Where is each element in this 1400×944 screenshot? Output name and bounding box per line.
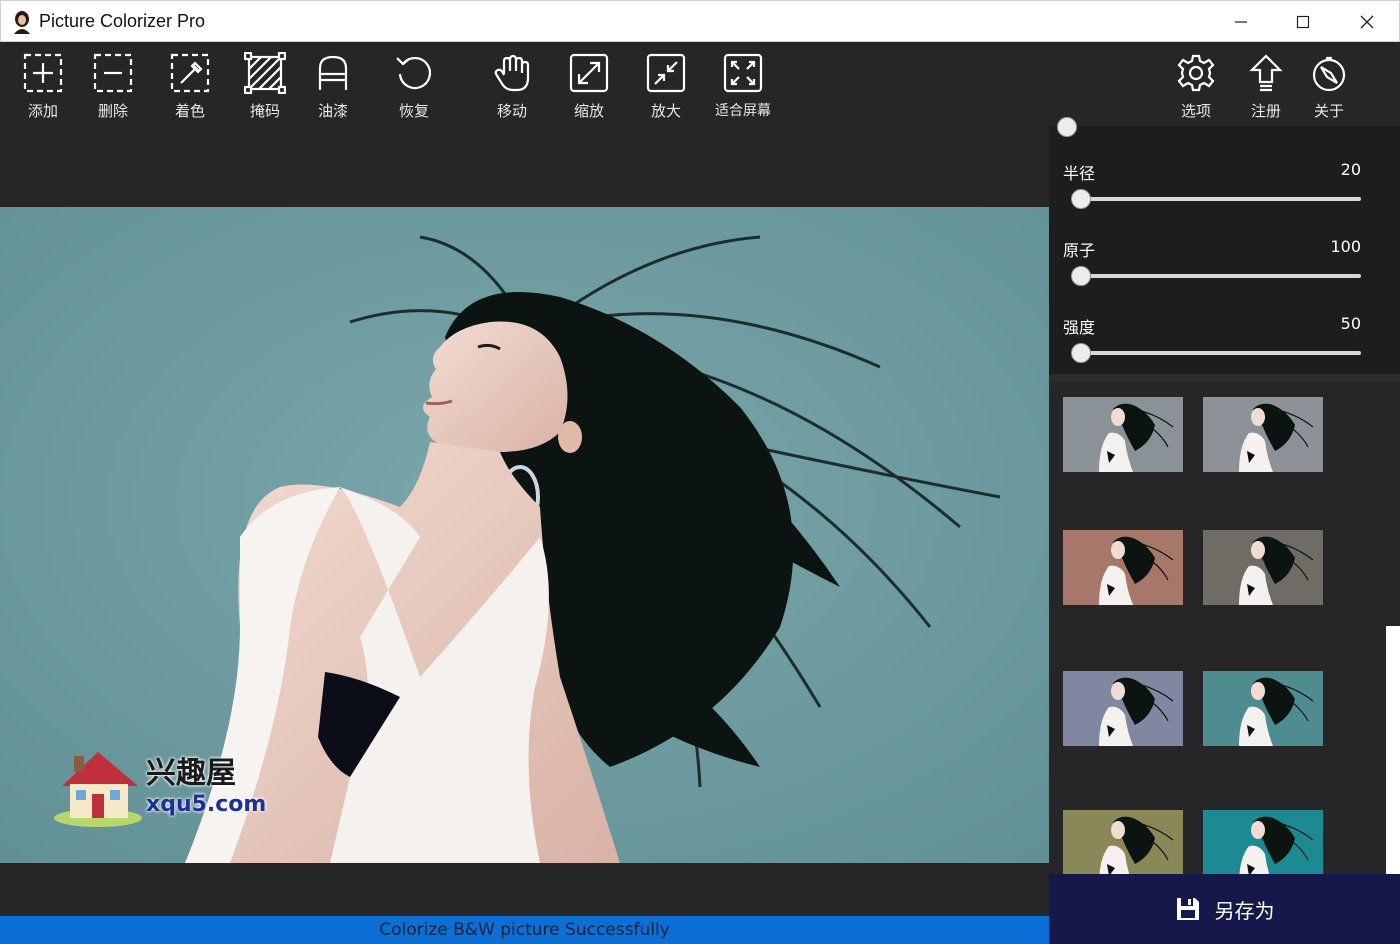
delete-label: 删除 — [97, 102, 128, 120]
atom-thumb[interactable] — [1071, 266, 1091, 286]
options-label: 选项 — [1180, 102, 1211, 120]
filter-thumbnail[interactable] — [1203, 810, 1323, 874]
about-button[interactable]: 关于 — [1296, 52, 1362, 124]
radius-value: 20 — [1340, 160, 1361, 179]
enlarge-label: 放大 — [650, 102, 681, 120]
move-button[interactable]: 移动 — [479, 52, 545, 124]
adjustment-panel: 半径 20 原子 100 强度 50 — [1049, 117, 1400, 374]
minimize-button[interactable] — [1209, 1, 1273, 43]
strength-slider: 强度 50 — [1063, 314, 1361, 364]
strength-track[interactable] — [1071, 351, 1361, 355]
filter-thumbnail[interactable] — [1203, 671, 1323, 746]
filter-thumbnail[interactable] — [1203, 397, 1323, 472]
register-button[interactable]: 注册 — [1233, 52, 1299, 124]
toolbar: 添加 删除 着色 掩码 油漆 恢复 移动 缩放 放大 适合屏幕 选项 注册 关于 — [0, 42, 1400, 126]
enlarge-button[interactable]: 放大 — [633, 52, 699, 124]
maximize-button[interactable] — [1271, 1, 1335, 43]
radius-thumb[interactable] — [1071, 189, 1091, 209]
thumbnails-scrollbar[interactable] — [1386, 626, 1400, 874]
compass-icon — [1312, 56, 1346, 92]
watermark: 兴趣屋 xqu5.com — [52, 742, 266, 830]
strength-value: 50 — [1340, 314, 1361, 333]
restore-button[interactable]: 恢复 — [381, 52, 447, 124]
register-label: 注册 — [1250, 102, 1281, 120]
atom-label: 原子 — [1063, 241, 1096, 260]
expand-icon — [569, 53, 609, 93]
thumbnail-image — [1099, 403, 1174, 472]
add-icon — [23, 53, 63, 93]
about-label: 关于 — [1313, 102, 1344, 120]
filter-thumbnail[interactable] — [1063, 397, 1183, 472]
eyedropper-icon — [170, 53, 210, 93]
filter-thumbnail[interactable] — [1063, 671, 1183, 746]
watermark-url: xqu5.com — [146, 792, 267, 817]
thumbnail-image — [1099, 536, 1174, 605]
close-icon — [1360, 15, 1374, 29]
thumbnail-image — [1099, 816, 1174, 874]
mask-icon — [244, 52, 286, 94]
filter-thumbnail[interactable] — [1063, 810, 1183, 874]
minimize-icon — [1235, 21, 1247, 23]
atom-value: 100 — [1330, 237, 1361, 256]
remove-icon — [93, 53, 133, 93]
status-message: Colorize B&W picture Successfully — [379, 920, 670, 940]
fit-screen-button[interactable]: 适合屏幕 — [710, 52, 776, 124]
thumbnail-image — [1239, 677, 1314, 746]
add-label: 添加 — [27, 102, 58, 120]
zoom-label: 缩放 — [573, 102, 604, 120]
colorize-label: 着色 — [174, 102, 205, 120]
strength-thumb[interactable] — [1071, 343, 1091, 363]
restore-label: 恢复 — [398, 102, 429, 120]
delete-button[interactable]: 删除 — [80, 52, 146, 124]
save-as-label: 另存为 — [1214, 898, 1275, 923]
mask-button[interactable]: 掩码 — [232, 52, 298, 124]
atom-slider: 原子 100 — [1063, 237, 1361, 287]
atom-track[interactable] — [1071, 274, 1361, 278]
colorize-button[interactable]: 着色 — [157, 52, 223, 124]
watermark-name: 兴趣屋 — [146, 756, 236, 791]
paint-label: 油漆 — [317, 102, 348, 120]
save-as-button[interactable]: 另存为 — [1049, 874, 1400, 944]
title-bar: Picture Colorizer Pro — [0, 0, 1400, 42]
fit-screen-label: 适合屏幕 — [715, 103, 771, 119]
undo-icon — [396, 56, 432, 90]
radius-slider: 半径 20 — [1063, 160, 1361, 210]
status-bar: Colorize B&W picture Successfully — [0, 916, 1049, 944]
thumbnail-image — [1239, 536, 1314, 605]
mask-label: 掩码 — [249, 102, 280, 120]
shrink-icon — [646, 53, 686, 93]
hand-icon — [494, 54, 530, 92]
strength-label: 强度 — [1063, 318, 1096, 337]
panel-divider — [1049, 374, 1400, 382]
close-button[interactable] — [1335, 1, 1399, 43]
partial-slider-thumb[interactable] — [1057, 117, 1077, 137]
filter-thumbnail[interactable] — [1203, 530, 1323, 605]
upload-arrow-icon — [1249, 54, 1283, 92]
filter-thumbnails — [1049, 382, 1400, 874]
options-button[interactable]: 选项 — [1163, 52, 1229, 124]
add-button[interactable]: 添加 — [10, 52, 76, 124]
move-label: 移动 — [496, 102, 527, 120]
radius-label: 半径 — [1063, 164, 1096, 183]
maximize-icon — [1296, 15, 1310, 29]
save-icon — [1176, 898, 1199, 920]
radius-track[interactable] — [1071, 197, 1361, 201]
thumbnail-image — [1239, 816, 1314, 874]
app-logo-icon — [14, 11, 30, 34]
filter-thumbnail[interactable] — [1063, 530, 1183, 605]
paint-icon — [318, 55, 348, 90]
fit-screen-icon — [723, 53, 763, 93]
thumbnail-image — [1099, 677, 1174, 746]
canvas-area[interactable]: 兴趣屋 xqu5.com — [0, 126, 1049, 916]
paint-button[interactable]: 油漆 — [300, 52, 366, 124]
thumbnail-image — [1239, 403, 1314, 472]
gear-icon — [1177, 54, 1215, 92]
zoom-button[interactable]: 缩放 — [556, 52, 622, 124]
window-title: Picture Colorizer Pro — [39, 11, 206, 31]
